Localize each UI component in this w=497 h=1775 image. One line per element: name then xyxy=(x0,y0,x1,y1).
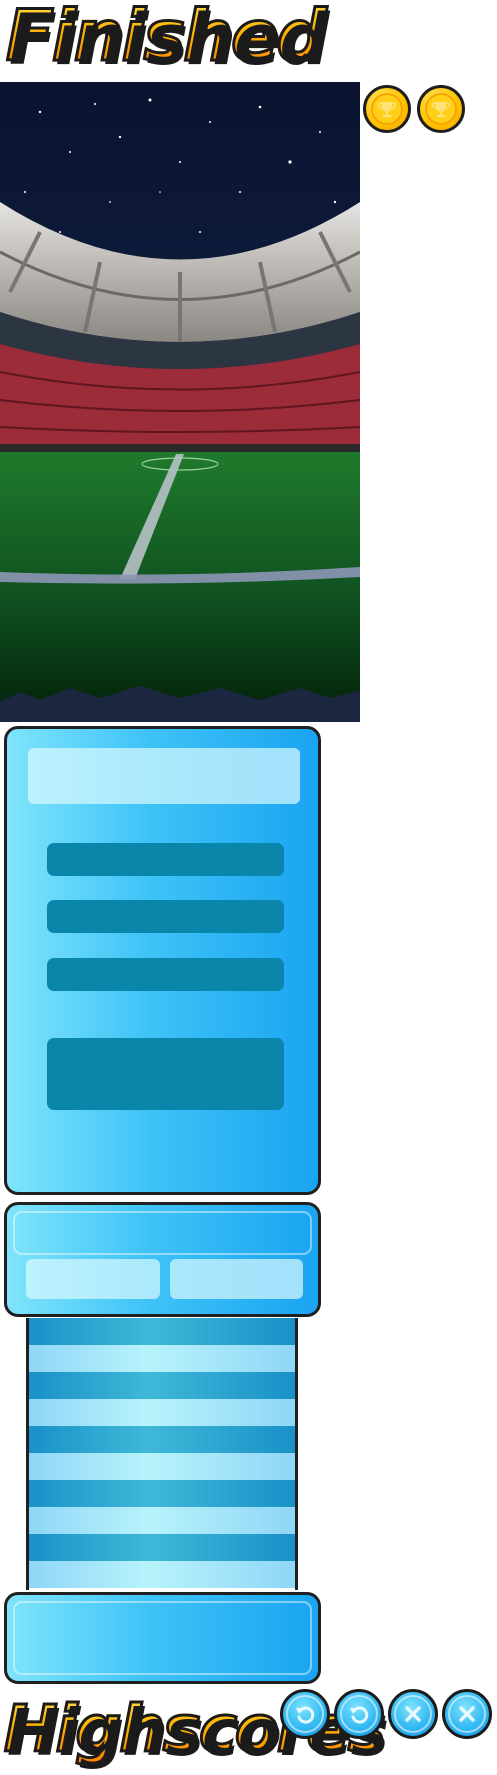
panel-header-bar xyxy=(28,748,300,804)
highscores-header-panel xyxy=(4,1202,321,1317)
list-item xyxy=(29,1534,295,1561)
highscore-list xyxy=(26,1318,298,1590)
finished-title: Finished xyxy=(5,0,329,79)
highscores-footer-panel xyxy=(4,1592,321,1684)
trophy-coin xyxy=(363,85,411,133)
stadium-background xyxy=(0,82,360,722)
name-input-area[interactable] xyxy=(47,1038,284,1110)
score-row xyxy=(47,843,284,876)
results-panel xyxy=(4,726,321,1195)
trophy-icon xyxy=(371,93,403,125)
close-icon xyxy=(405,1706,421,1722)
restart-icon xyxy=(296,1706,315,1724)
list-item xyxy=(29,1507,295,1534)
trophy-icon xyxy=(425,93,457,125)
list-item xyxy=(29,1399,295,1426)
trophy-coin xyxy=(417,85,465,133)
close-button[interactable] xyxy=(388,1689,438,1739)
list-item xyxy=(29,1426,295,1453)
tab-left[interactable] xyxy=(26,1259,160,1299)
restart-icon xyxy=(350,1706,369,1724)
list-item xyxy=(29,1480,295,1507)
list-item xyxy=(29,1318,295,1345)
close-icon xyxy=(459,1706,475,1722)
list-item xyxy=(29,1372,295,1399)
score-row xyxy=(47,958,284,991)
tab-right[interactable] xyxy=(170,1259,303,1299)
restart-button[interactable] xyxy=(334,1689,384,1739)
list-item xyxy=(29,1345,295,1372)
list-item xyxy=(29,1561,295,1588)
score-row xyxy=(47,900,284,933)
list-item xyxy=(29,1453,295,1480)
close-button[interactable] xyxy=(442,1689,492,1739)
restart-button[interactable] xyxy=(280,1689,330,1739)
